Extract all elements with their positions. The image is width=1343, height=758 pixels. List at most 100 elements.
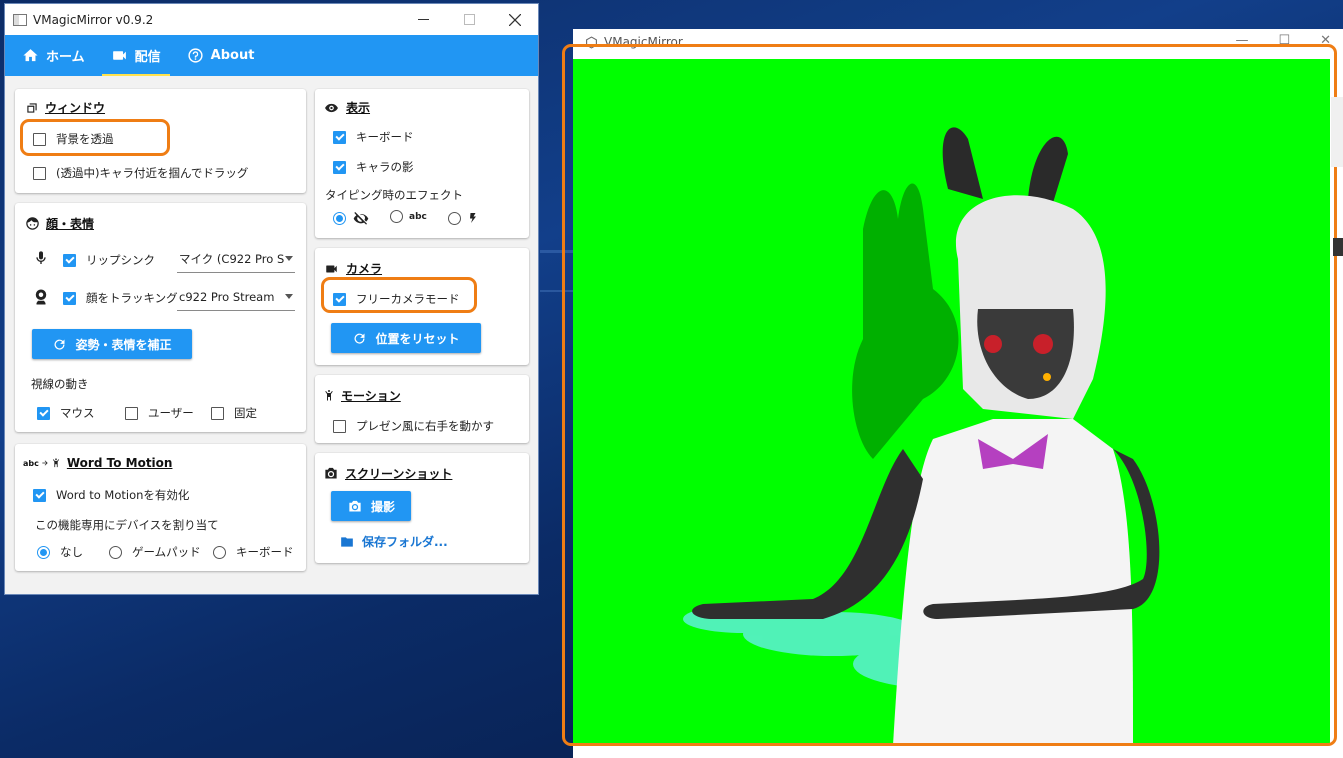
chevron-down-icon [285,294,293,299]
lipsync-checkbox[interactable]: リップシンク [63,252,155,268]
microphone-icon [33,247,49,269]
open-save-folder-button[interactable]: 保存フォルダ... [339,533,448,550]
face-tracking-checkbox[interactable]: 顔をトラッキング [63,290,178,306]
card-header: スクリーンショット [323,465,452,482]
left-eye [984,335,1002,353]
title-bar[interactable]: VMagicMirror v0.9.2 [5,4,538,35]
folder-icon [341,536,353,547]
button-label: 姿勢・表情を補正 [75,337,172,352]
checkbox[interactable] [211,406,224,420]
take-screenshot-button[interactable]: 撮影 [331,491,411,521]
camera-card: カメラ フリーカメラモード 位置をリセット [315,248,529,365]
gaze-label: 視線の動き [31,377,89,391]
maximize-icon [463,14,475,25]
card-header: モーション [323,387,401,404]
card-title: Word To Motion [66,456,173,470]
tab-home[interactable]: ホーム [13,35,94,76]
minimize-button[interactable] [400,4,446,35]
abc-icon-text: abc [23,458,39,468]
checkbox[interactable] [333,130,346,144]
character-shadow-checkbox[interactable]: キャラの影 [333,159,414,175]
right-eye [1033,334,1053,354]
effect-lightning-radio[interactable] [448,210,479,226]
maximize-button[interactable]: ☐ [1278,33,1290,48]
control-window: VMagicMirror v0.9.2 ホーム 配信 About ウィンドウ 背… [4,3,539,595]
card-header: 表示 [323,99,370,116]
device-gamepad-radio[interactable]: ゲームパッド [109,544,201,560]
radio-label: ゲームパッド [132,545,201,559]
gaze-fixed-checkbox[interactable]: 固定 [211,405,257,421]
free-camera-checkbox[interactable]: フリーカメラモード [333,291,460,307]
checkbox[interactable] [125,406,138,420]
card-title: 表示 [346,101,371,115]
nav-bar: ホーム 配信 About [5,35,538,76]
radio-button[interactable] [390,210,403,223]
face-icon [25,216,40,231]
checkbox-label: 固定 [234,406,257,420]
calibrate-button[interactable]: 姿勢・表情を補正 [32,329,192,359]
drag-window-checkbox[interactable]: (透過中)キャラ付近を掴んでドラッグ [33,165,248,181]
card-header: abc Word To Motion [23,456,172,470]
avatar-render-area[interactable] [573,59,1330,745]
tab-about[interactable]: About [178,35,264,76]
window-title: VMagicMirror v0.9.2 [33,12,154,27]
checkbox[interactable] [37,406,50,420]
checkbox[interactable] [33,166,46,180]
radio-label: なし [60,545,83,559]
radio-button[interactable] [333,211,346,225]
checkbox[interactable] [63,253,76,267]
checkbox-label: キーボード [356,130,414,144]
motion-card: モーション プレゼン風に右手を動かす [315,375,529,443]
camera-icon [349,500,361,511]
device-none-radio[interactable]: なし [37,544,83,560]
reset-position-button[interactable]: 位置をリセット [331,323,481,353]
card-title: スクリーンショット [345,467,453,481]
select-value: c922 Pro Stream [179,289,275,304]
close-button[interactable]: ✕ [1320,33,1331,48]
effect-text-radio[interactable]: abc [390,210,427,223]
tab-label: About [210,48,255,63]
maximize-button[interactable] [446,4,492,35]
left-bunny-ear [942,127,983,199]
radio-button[interactable] [37,545,50,559]
display-card: 表示 キーボード キャラの影 タイピング時のエフェクト abc [315,89,529,238]
checkbox-label: (透過中)キャラ付近を掴んでドラッグ [56,166,249,180]
word-to-motion-card: abc Word To Motion Word to Motionを有効化 この… [15,444,306,571]
avatar-character [683,127,1160,745]
gaze-user-checkbox[interactable]: ユーザー [125,405,194,421]
video-camera-icon [112,51,126,60]
microphone-select[interactable]: マイク (C922 Pro S [177,245,295,273]
camera-select[interactable]: c922 Pro Stream [177,283,295,311]
wtm-enable-checkbox[interactable]: Word to Motionを有効化 [33,487,189,503]
checkbox[interactable] [333,160,346,174]
presentation-hand-checkbox[interactable]: プレゼン風に右手を動かす [333,418,494,434]
checkbox[interactable] [333,419,346,433]
show-keyboard-checkbox[interactable]: キーボード [333,129,414,145]
tab-label: 配信 [134,50,161,65]
transparent-bg-checkbox[interactable]: 背景を透過 [33,131,114,147]
radio-button[interactable] [448,211,461,225]
effect-none-radio[interactable] [333,210,370,226]
radio-button[interactable] [213,545,226,559]
checkbox-label: マウス [60,406,95,420]
checkbox[interactable] [33,132,46,146]
left-arm [692,449,923,619]
character-shadow [852,183,959,460]
tab-streaming[interactable]: 配信 [101,35,170,76]
app-icon [13,13,27,26]
avatar-window-titlebar[interactable]: VMagicMirror [585,35,683,49]
window-card: ウィンドウ 背景を透過 (透過中)キャラ付近を掴んでドラッグ [15,89,306,193]
close-icon [509,13,521,26]
checkbox-label: キャラの影 [356,160,414,174]
checkbox[interactable] [333,292,346,306]
card-title: 顔・表情 [46,217,95,231]
checkbox[interactable] [33,488,46,502]
close-button[interactable] [492,4,538,35]
checkbox[interactable] [63,291,76,305]
window-restore-icon [25,101,39,115]
minimize-button[interactable]: — [1235,33,1248,48]
checkbox-label: フリーカメラモード [356,292,460,306]
gaze-mouse-checkbox[interactable]: マウス [37,405,95,421]
radio-button[interactable] [109,545,122,559]
device-keyboard-radio[interactable]: キーボード [213,544,294,560]
